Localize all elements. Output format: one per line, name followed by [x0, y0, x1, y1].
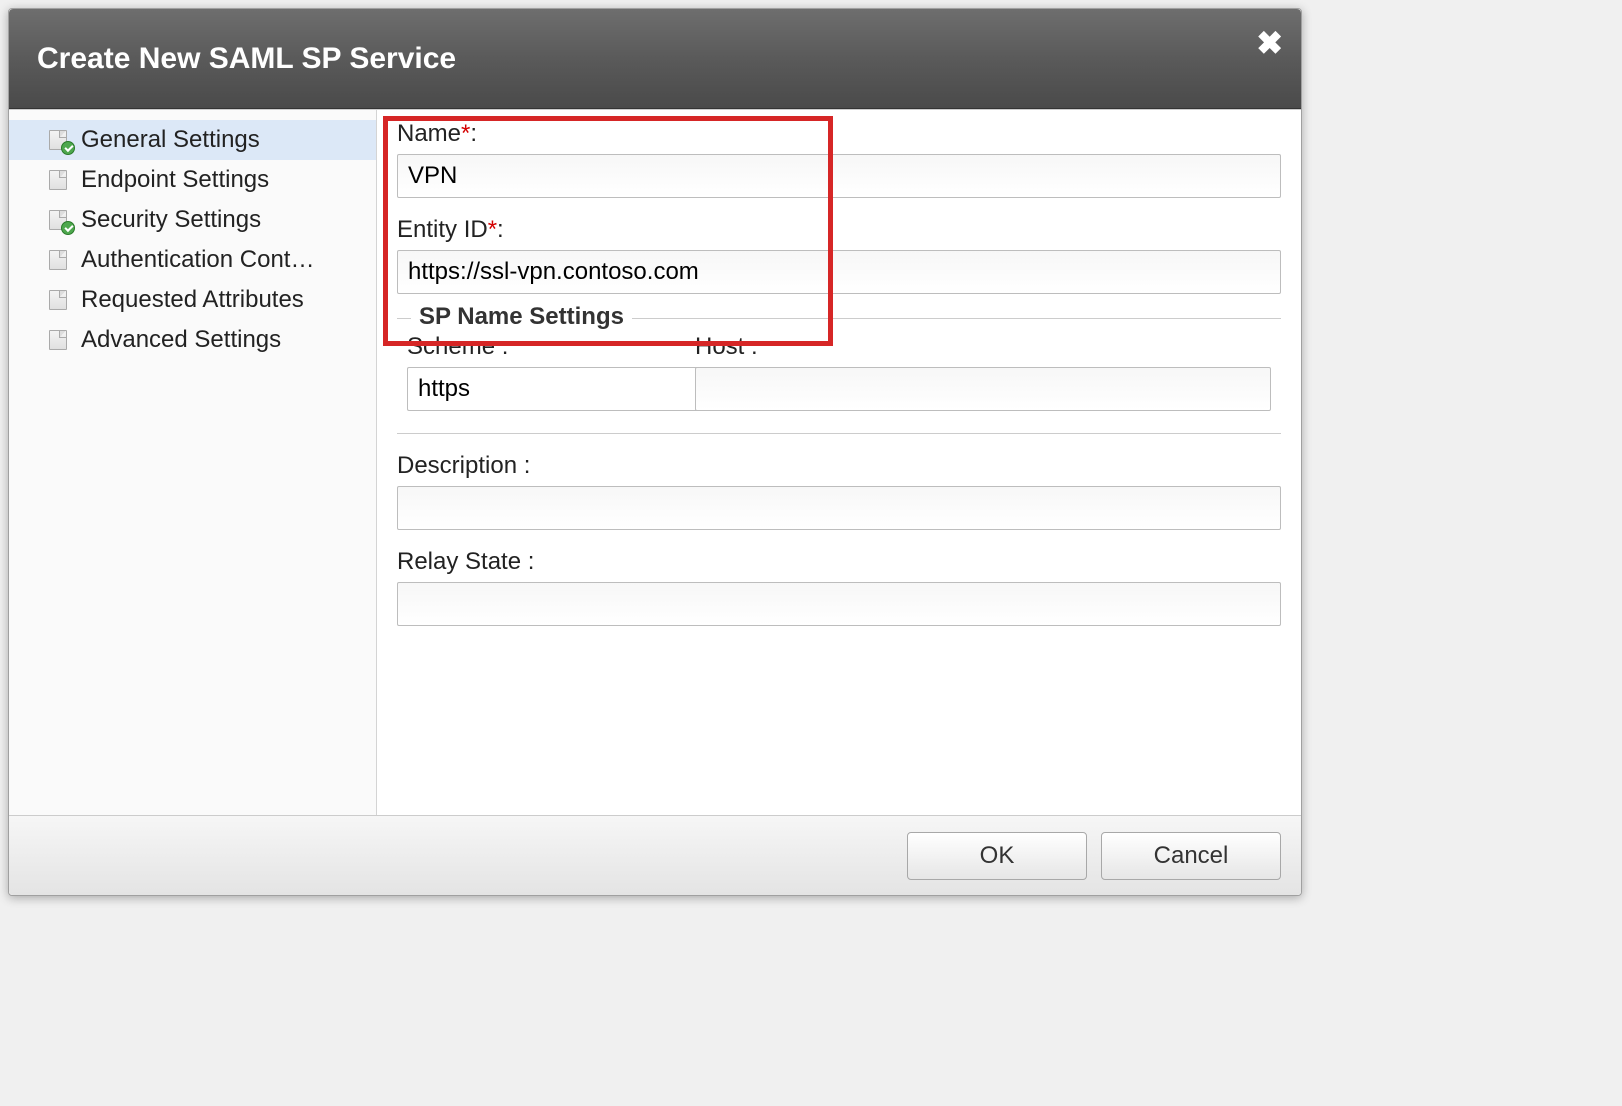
name-label: Name*:	[397, 120, 1281, 148]
document-icon	[49, 249, 71, 271]
relay-state-row: Relay State :	[397, 548, 1281, 626]
dialog-title: Create New SAML SP Service	[37, 42, 456, 76]
settings-sidebar: General Settings Endpoint Settings Secur…	[9, 110, 377, 815]
scheme-value[interactable]	[407, 367, 738, 411]
scheme-label: Scheme :	[407, 333, 677, 361]
document-icon	[49, 209, 71, 231]
check-badge-icon	[61, 221, 75, 235]
name-row: Name*:	[397, 120, 1281, 198]
sidebar-item-label: Requested Attributes	[81, 286, 304, 314]
description-input[interactable]	[397, 486, 1281, 530]
sidebar-item-auth-context[interactable]: Authentication Cont…	[9, 240, 376, 280]
scheme-select[interactable]	[407, 367, 677, 411]
ok-button[interactable]: OK	[907, 832, 1087, 880]
sidebar-item-label: General Settings	[81, 126, 260, 154]
name-input[interactable]	[397, 154, 1281, 198]
sidebar-item-label: Endpoint Settings	[81, 166, 269, 194]
close-icon[interactable]: ✖	[1256, 27, 1283, 59]
sp-name-settings-group: SP Name Settings Scheme : Host :	[397, 318, 1281, 434]
relay-state-label: Relay State :	[397, 548, 1281, 576]
scheme-column: Scheme :	[407, 333, 677, 411]
host-label: Host :	[695, 333, 1271, 361]
sidebar-item-security-settings[interactable]: Security Settings	[9, 200, 376, 240]
dialog-header: Create New SAML SP Service ✖	[9, 9, 1301, 109]
document-icon	[49, 129, 71, 151]
host-input[interactable]	[695, 367, 1271, 411]
dialog-footer: OK Cancel	[9, 815, 1301, 895]
document-icon	[49, 329, 71, 351]
check-badge-icon	[61, 141, 75, 155]
sidebar-item-endpoint-settings[interactable]: Endpoint Settings	[9, 160, 376, 200]
sidebar-item-advanced-settings[interactable]: Advanced Settings	[9, 320, 376, 360]
host-column: Host :	[695, 333, 1271, 411]
description-row: Description :	[397, 452, 1281, 530]
document-icon	[49, 169, 71, 191]
description-label: Description :	[397, 452, 1281, 480]
required-marker: *	[461, 120, 470, 147]
sidebar-item-requested-attributes[interactable]: Requested Attributes	[9, 280, 376, 320]
create-saml-sp-dialog: Create New SAML SP Service ✖ General Set…	[8, 8, 1302, 896]
sidebar-item-label: Advanced Settings	[81, 326, 281, 354]
dialog-body: General Settings Endpoint Settings Secur…	[9, 109, 1301, 815]
relay-state-input[interactable]	[397, 582, 1281, 626]
cancel-button[interactable]: Cancel	[1101, 832, 1281, 880]
document-icon	[49, 289, 71, 311]
required-marker: *	[488, 216, 497, 243]
sp-name-settings-legend: SP Name Settings	[411, 303, 632, 331]
entity-id-input[interactable]	[397, 250, 1281, 294]
entity-id-label: Entity ID*:	[397, 216, 1281, 244]
sidebar-item-label: Authentication Cont…	[81, 246, 314, 274]
form-content: Name*: Entity ID*: SP Name Settings Sche…	[377, 110, 1301, 815]
entity-id-row: Entity ID*:	[397, 216, 1281, 294]
sidebar-item-general-settings[interactable]: General Settings	[9, 120, 376, 160]
sidebar-item-label: Security Settings	[81, 206, 261, 234]
